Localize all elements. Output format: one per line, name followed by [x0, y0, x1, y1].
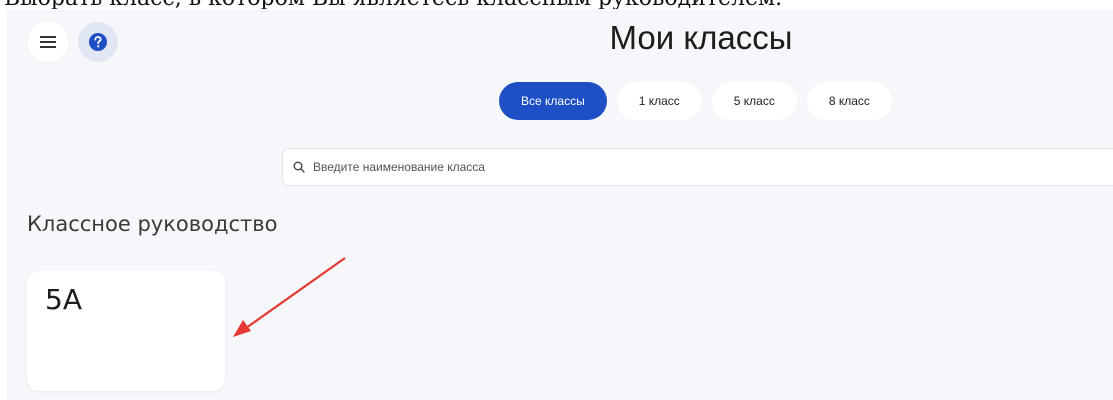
- class-filter-tabs: Все классы 1 класс 5 класс 8 класс: [499, 82, 892, 120]
- search-box: [282, 148, 1113, 186]
- tab-all-classes[interactable]: Все классы: [499, 82, 607, 120]
- class-card[interactable]: 5А: [27, 271, 225, 391]
- class-card-name: 5А: [45, 283, 82, 316]
- section-title: Классное руководство: [27, 212, 278, 236]
- caption-strip: Выбрать класс, в котором Вы являетесь кл…: [0, 0, 1113, 9]
- caption-text: Выбрать класс, в котором Вы являетесь кл…: [4, 0, 782, 9]
- tab-grade-1[interactable]: 1 класс: [616, 82, 702, 120]
- page-title: Мои классы: [609, 19, 793, 56]
- tab-grade-8[interactable]: 8 класс: [806, 82, 892, 120]
- tab-grade-5[interactable]: 5 класс: [711, 82, 797, 120]
- search-icon: [293, 161, 305, 173]
- search-input[interactable]: [313, 149, 1093, 185]
- app-window: Мои классы Все классы 1 класс 5 класс 8 …: [6, 9, 1113, 400]
